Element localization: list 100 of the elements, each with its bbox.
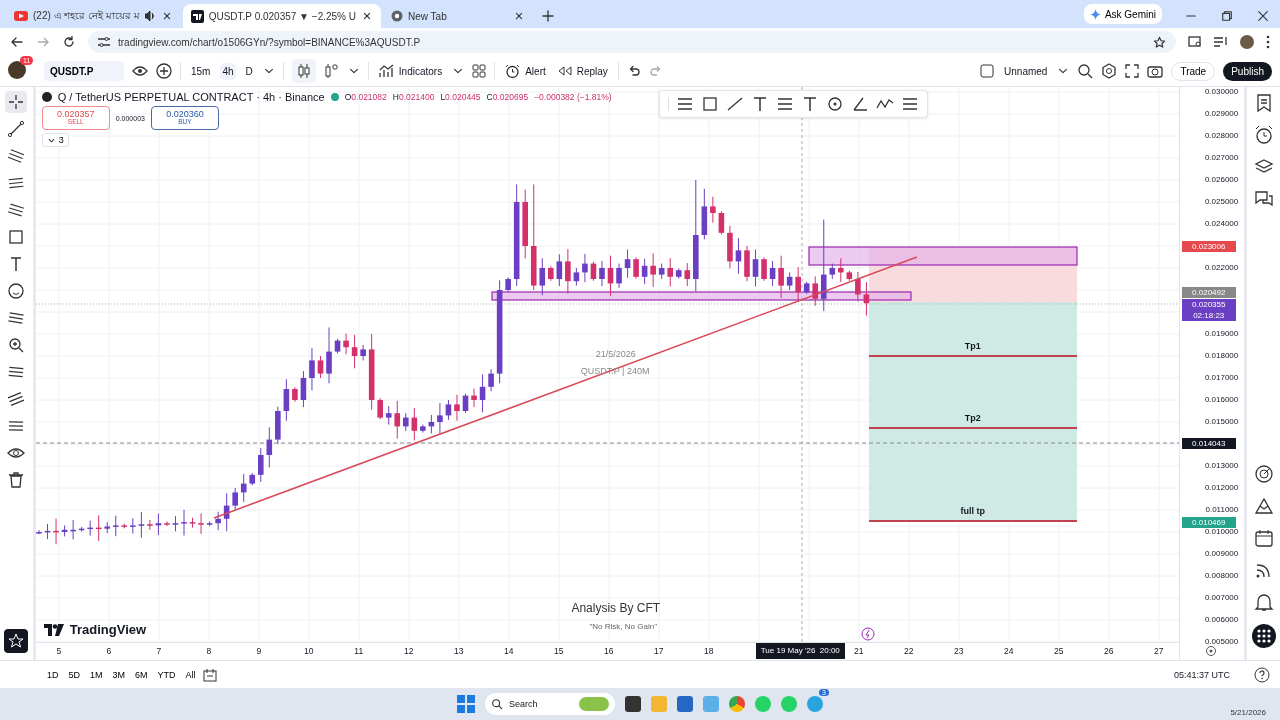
taskbar-date: 5/21/2026 [1230,708,1266,717]
quick-search-icon[interactable] [1077,63,1094,79]
tradingview-logo-icon [43,623,66,636]
indicators-button[interactable]: Indicators [376,61,445,81]
address-bar[interactable]: tradingview.com/chart/o1506GYn/?symbol=BINANCE%3AQUSDT.P [88,31,1176,53]
search-icon [491,698,503,710]
media-icon[interactable] [1214,36,1228,48]
target-label: full tp [959,506,986,516]
crosshair-time-label: Tue 19 May '26 20:00 [755,643,845,660]
settings-lines-icon[interactable] [900,96,919,112]
time-axis-label: 27 [1153,646,1165,657]
interval-button[interactable]: 15m [189,62,213,80]
target-icon[interactable] [1253,464,1274,484]
url-text: tradingview.com/chart/o1506GYn/?symbol=BINANCE%3AQUSDT.P [118,36,421,48]
time-axis-label: 18 [703,646,715,657]
ask-gemini-button[interactable]: Ask Gemini [1083,4,1162,24]
range-button[interactable]: All [182,667,199,682]
close-icon[interactable] [513,10,525,22]
close-icon[interactable] [1257,10,1269,22]
time-axis-label: 5 [55,646,63,657]
bell-icon[interactable] [1253,592,1274,612]
windows-start-icon[interactable] [457,695,475,713]
star-icon[interactable] [1153,35,1166,49]
price-axis-label: 0.018000 [1204,351,1239,361]
line-icon[interactable] [725,96,744,112]
close-icon[interactable] [361,10,373,22]
indicators-toggle[interactable]: 3 [41,133,69,147]
price-axis-label: 0.017000 [1204,373,1239,383]
range-button[interactable]: 5D [65,667,84,682]
time-axis-label: 12 [403,646,415,657]
taskbar-search-field[interactable]: Search [485,693,615,715]
range-button[interactable]: 6M [132,667,151,682]
settings-icon[interactable] [1204,645,1217,657]
square-icon[interactable] [700,96,719,112]
range-button[interactable]: 1M [87,667,106,682]
calendar-icon[interactable] [1253,528,1274,548]
back-icon[interactable] [10,35,24,49]
add-icon[interactable] [156,63,172,79]
browser-icon[interactable] [729,696,745,712]
time-axis-label: 11 [353,646,365,657]
crosshair-icon[interactable] [5,91,28,113]
tab-title: New Tab [408,10,448,22]
browser-tab[interactable]: (22) এ শহরে নেই মায়ের ম [6,4,181,28]
clock-text: 05:41:37 UTC [1173,669,1230,680]
search-placeholder: Search [509,699,538,709]
candles-icon[interactable] [291,59,316,83]
replay-button[interactable]: Replay [555,62,610,80]
alert-button[interactable]: Alert [503,60,548,82]
price-badge: 0.014043 [1181,438,1236,450]
bar-style-icon[interactable] [323,63,340,79]
layout-grid-icon[interactable] [472,64,487,78]
lightning-icon[interactable] [860,627,875,641]
time-axis-label: 14 [503,646,515,657]
publish-button[interactable]: Publish [1223,61,1272,81]
range-button[interactable]: YTD [154,667,179,682]
menu-icon[interactable] [1266,35,1270,49]
fullscreen-icon[interactable] [1125,64,1140,78]
price-axis-label: 0.008000 [1204,571,1239,581]
price-change: −0.000382 (−1.81%) [534,92,612,102]
interval-button[interactable]: 4h [220,62,236,80]
camera-icon[interactable] [1147,64,1164,78]
range-button[interactable]: 3M [109,667,129,682]
browser-tab[interactable]: New Tab [383,4,533,28]
eye-icon[interactable] [132,65,148,77]
profile-avatar[interactable] [1240,35,1254,49]
mountains-icon[interactable] [1253,496,1274,516]
speaker-icon[interactable] [144,11,156,21]
time-axis-label: 10 [303,646,315,657]
align-icon[interactable] [775,96,794,112]
apps-grid-icon[interactable] [1251,624,1276,648]
alarm-clock-icon[interactable] [1253,125,1274,145]
chat-icon[interactable] [1253,189,1274,209]
square-icon[interactable] [980,64,995,78]
target-label: Tp1 [963,341,982,351]
price-axis-label: 0.019000 [1204,329,1239,339]
range-button[interactable]: 1D [44,667,62,682]
lens-icon[interactable] [1188,36,1202,48]
time-axis-label: 26 [1103,646,1115,657]
lines-icon[interactable] [675,96,694,112]
ohlc-value: L0.020445 [440,92,481,102]
reload-icon[interactable] [62,35,76,49]
date-range-icon[interactable] [202,667,217,682]
circle-icon[interactable] [825,96,844,112]
layout-name-button[interactable]: Unnamed [1002,62,1050,80]
rewind-icon [557,66,572,76]
time-axis-label: 15 [553,646,565,657]
trade-button[interactable]: Trade [1171,61,1216,81]
interval-button[interactable]: D [243,62,255,80]
settings-icon[interactable] [1101,63,1118,79]
user-avatar[interactable] [8,61,26,79]
help-icon[interactable] [1254,666,1270,683]
price-axis-label: 0.009000 [1204,549,1239,559]
price-axis-label: 0.007000 [1204,593,1239,603]
time-axis-label: 6 [105,646,113,657]
restore-icon[interactable] [1221,10,1233,22]
symbol-search-button[interactable]: QUSDT.P [44,61,124,81]
price-axis-label: 0.025000 [1204,197,1239,207]
new-tab-icon[interactable] [541,9,555,23]
browser-tab[interactable]: QUSDT.P 0.020357 ▼ −2.25% U [182,4,381,28]
ohlc-value: O0.021082 [344,92,387,102]
